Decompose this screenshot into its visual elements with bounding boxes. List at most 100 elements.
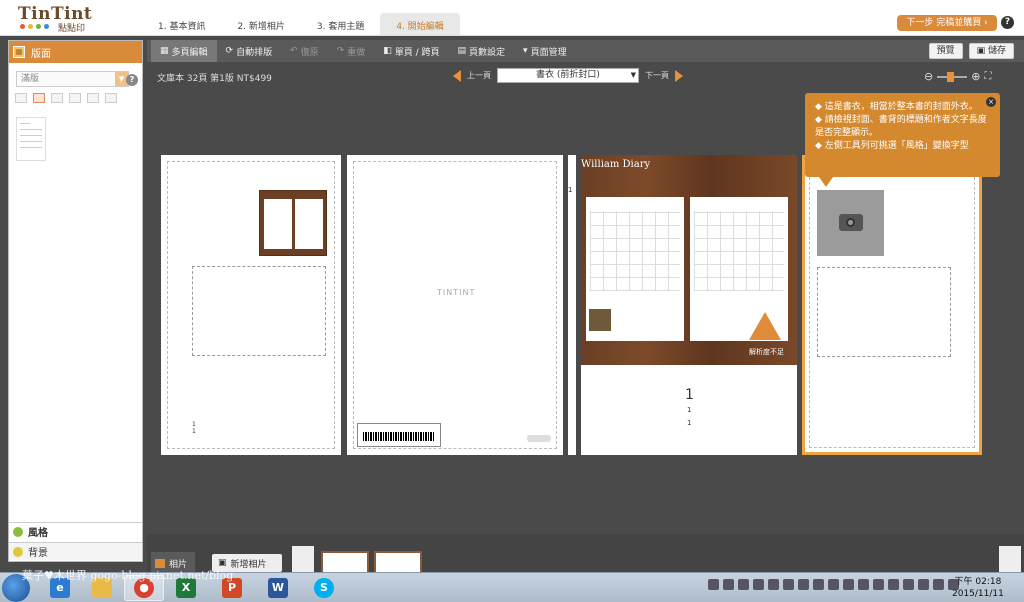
warning-text: 解析度不足 <box>749 348 784 356</box>
spread-icon: ◧ <box>383 46 392 56</box>
save-icon: ▣ <box>976 46 988 56</box>
page-count-button[interactable]: ▤ 頁數設定 <box>449 40 515 62</box>
hint-line: ◆ 請檢視封面、書背的標題和作者文字長度是否完整顯示。 <box>815 115 987 138</box>
single-double-page-label: 單頁 / 跨頁 <box>394 47 440 58</box>
fullscreen-icon[interactable]: ⛶ <box>984 71 991 82</box>
warning-icon[interactable] <box>749 312 781 340</box>
clock-time: 下午 02:18 <box>954 577 1002 587</box>
zoom-control: ⊖ ⊕ ⛶ <box>924 70 991 83</box>
book-spine[interactable]: 1 <box>568 155 576 455</box>
tray-icon[interactable] <box>858 579 869 590</box>
close-icon[interactable]: × <box>986 97 996 107</box>
star-icon <box>13 526 23 537</box>
tray-icon[interactable] <box>813 579 824 590</box>
help-icon[interactable]: ? <box>1001 16 1014 29</box>
photo-frame[interactable] <box>817 267 951 357</box>
system-clock[interactable]: 下午 02:18 2015/11/11 <box>952 576 1004 600</box>
tray-icon[interactable] <box>933 579 944 590</box>
redo-button[interactable]: ↷ 重做 <box>328 40 375 62</box>
camera-icon <box>839 214 863 231</box>
left-panel: ▦ 版面 滿版 ▼ ? 風格 背景 <box>8 40 143 562</box>
taskbar-skype[interactable]: S <box>304 575 344 601</box>
page-manage-button[interactable]: ▾ 頁面管理 <box>514 40 576 62</box>
layout-style-select[interactable]: 滿版 ▼ <box>16 71 129 87</box>
tab-background-label: 背景 <box>28 548 48 559</box>
layout-option-3[interactable] <box>51 93 63 103</box>
layout-option-6[interactable] <box>105 93 117 103</box>
preview-button[interactable]: 預覽 <box>928 43 963 59</box>
step-tabs: 1. 基本資訊 2. 新增相片 3. 套用主題 4. 開始編輯 <box>142 13 460 35</box>
document-icon: ▤ <box>457 46 467 56</box>
book-page-front-cover[interactable]: William Diary 解析度不足 1 1 1 <box>581 155 797 455</box>
tray-icon[interactable] <box>753 579 764 590</box>
tray-icon[interactable] <box>768 579 779 590</box>
tray-icon[interactable] <box>738 579 749 590</box>
layout-option-5[interactable] <box>87 93 99 103</box>
undo-button[interactable]: ↶ 復原 <box>281 40 328 62</box>
cover-title: William Diary <box>581 159 651 170</box>
tray-icon[interactable] <box>888 579 899 590</box>
clock-date: 2015/11/11 <box>952 589 1004 599</box>
tray-icon[interactable] <box>828 579 839 590</box>
logo-dots <box>20 24 49 29</box>
tray-icon[interactable] <box>783 579 794 590</box>
chevron-down-icon: ▼ <box>630 71 636 79</box>
layout-option-4[interactable] <box>69 93 81 103</box>
layout-options <box>15 93 117 103</box>
photo-frame[interactable] <box>192 266 326 356</box>
taskbar-word[interactable]: W <box>258 575 298 601</box>
tintint-watermark-mark: TINTINT <box>437 288 476 297</box>
tray-icon[interactable] <box>708 579 719 590</box>
page-number: 1 <box>192 428 196 435</box>
tray-icon[interactable] <box>918 579 929 590</box>
book-page-front-flap[interactable] <box>802 155 982 455</box>
layout-icon: ▦ <box>13 46 25 58</box>
tray-icon[interactable] <box>903 579 914 590</box>
step-add-photos[interactable]: 2. 新增相片 <box>221 13 300 35</box>
step-start-editing[interactable]: 4. 開始編輯 <box>380 13 460 35</box>
tab-layout[interactable]: ▦ 版面 <box>9 41 142 63</box>
redo-icon: ↷ <box>336 46 345 56</box>
save-label: 儲存 <box>987 46 1006 56</box>
book-page-back-cover[interactable]: TINTINT <box>347 155 563 455</box>
zoom-in-icon[interactable]: ⊕ <box>971 70 980 83</box>
prev-page-label[interactable]: 上一頁 <box>467 70 491 81</box>
multi-page-edit-label: 多頁編輯 <box>171 47 208 58</box>
layout-help-icon[interactable]: ? <box>126 74 138 86</box>
layout-option-1[interactable] <box>15 93 27 103</box>
tab-background[interactable]: 背景 <box>9 542 142 560</box>
save-button[interactable]: ▣ 儲存 <box>968 43 1014 59</box>
undo-icon: ↶ <box>290 46 298 56</box>
cover-thumbnail[interactable] <box>259 190 327 256</box>
tray-icon[interactable] <box>843 579 854 590</box>
prev-page-icon[interactable] <box>453 69 461 82</box>
next-page-icon[interactable] <box>675 69 683 82</box>
photo-placeholder[interactable] <box>817 190 884 256</box>
single-double-page-button[interactable]: ◧ 單頁 / 跨頁 <box>374 40 448 62</box>
zoom-slider[interactable] <box>937 71 968 82</box>
undo-label: 復原 <box>300 47 319 58</box>
edit-toolbar: ▦ 多頁編輯 ⟳ 自動排版 ↶ 復原 ↷ 重做 ◧ 單頁 / 跨頁 ▤ 頁數設定 ▾ 頁面管理… <box>147 40 1024 62</box>
page-select[interactable]: 書衣 (前折封口) ▼ <box>497 68 639 83</box>
page-number: 1 <box>687 419 692 427</box>
cover-image[interactable]: William Diary 解析度不足 <box>581 155 797 365</box>
tab-style[interactable]: 風格 <box>9 522 142 540</box>
page-navigator: 上一頁 書衣 (前折封口) ▼ 下一頁 <box>453 68 683 83</box>
page-select-value: 書衣 (前折封口) <box>536 70 600 80</box>
layout-template-thumb[interactable] <box>16 117 46 161</box>
layout-option-2[interactable] <box>33 93 45 103</box>
next-step-button[interactable]: 下一步 完稿並購買 › <box>897 15 997 31</box>
multi-page-edit-button[interactable]: ▦ 多頁編輯 <box>151 40 217 62</box>
book-page-back-flap[interactable]: 1 1 <box>161 155 341 455</box>
tray-icon[interactable] <box>723 579 734 590</box>
next-page-label[interactable]: 下一頁 <box>645 70 669 81</box>
auto-layout-button[interactable]: ⟳ 自動排版 <box>217 40 282 62</box>
tray-icon[interactable] <box>873 579 884 590</box>
step-basic-info[interactable]: 1. 基本資訊 <box>142 13 221 35</box>
step-apply-theme[interactable]: 3. 套用主題 <box>301 13 380 35</box>
zoom-out-icon[interactable]: ⊖ <box>924 70 933 83</box>
add-photo-label: 新增相片 <box>230 559 267 570</box>
tray-icon[interactable] <box>798 579 809 590</box>
tintint-logo[interactable]: TinTint 點點印 <box>18 4 98 34</box>
zoom-slider-knob[interactable] <box>947 71 955 82</box>
